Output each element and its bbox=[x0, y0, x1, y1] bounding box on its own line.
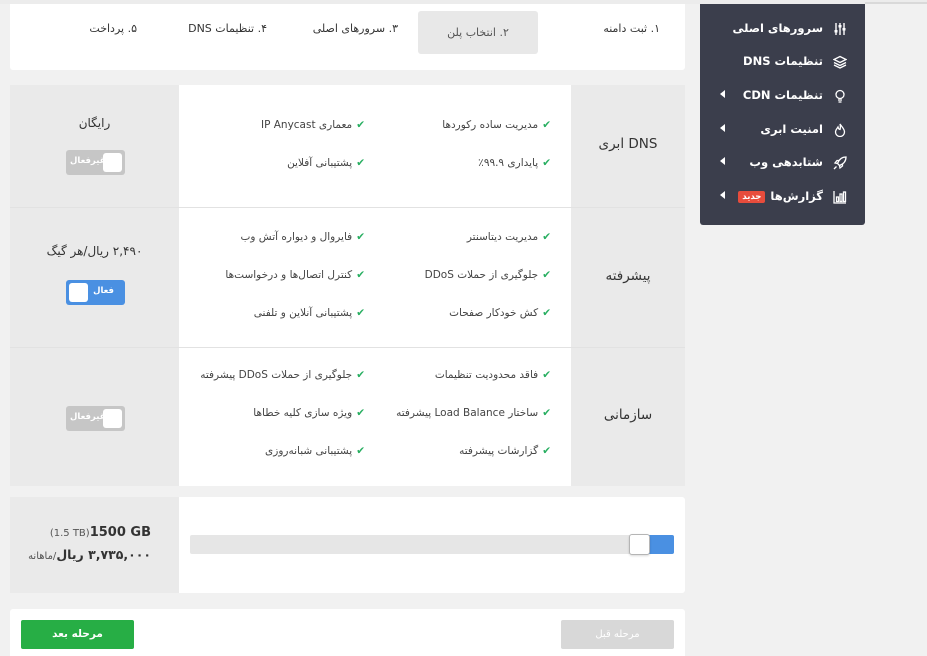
lightbulb-icon bbox=[833, 89, 847, 103]
bandwidth-panel: (1.5 TB)1500 GB ۳,۷۳۵,۰۰۰ ریال/ماهانه bbox=[10, 497, 685, 593]
plan-feature: ✔جلوگیری از حملات DDoS bbox=[424, 269, 551, 281]
slider-thumb[interactable] bbox=[629, 534, 650, 555]
sidebar-item-label: تنظیمات CDN bbox=[742, 88, 823, 102]
check-icon: ✔ bbox=[356, 119, 365, 131]
bandwidth-summary: (1.5 TB)1500 GB ۳,۷۳۵,۰۰۰ ریال/ماهانه bbox=[10, 497, 179, 593]
sidebar-item-label: امنیت ابری bbox=[760, 122, 823, 136]
check-icon: ✔ bbox=[356, 445, 365, 457]
plan-feature: ✔پشتیبانی شبانه‌روزی bbox=[265, 445, 365, 457]
plan-toggle-advanced[interactable]: فعال bbox=[66, 280, 125, 305]
check-icon: ✔ bbox=[542, 407, 551, 419]
sidebar-item-label: سرورهای اصلی bbox=[732, 21, 823, 35]
plan-feature: ✔کش خودکار صفحات bbox=[449, 307, 551, 319]
plans-table: DNS ابری ✔مدیریت ساده رکوردها ✔پایداری ۹… bbox=[10, 85, 685, 486]
plan-feature: ✔گزارشات پیشرفته bbox=[459, 445, 551, 457]
plan-toggle-enterprise[interactable]: غیرفعال bbox=[66, 406, 125, 431]
check-icon: ✔ bbox=[542, 307, 551, 319]
toggle-knob bbox=[103, 409, 122, 428]
top-edge bbox=[865, 2, 927, 4]
plan-feature: ✔فاقد محدودیت تنظیمات bbox=[434, 369, 551, 381]
plan-feature: ✔پشتیبانی آنلاین و تلفنی bbox=[253, 307, 365, 319]
sidebar-item-label: تنظیمات DNS bbox=[743, 54, 823, 68]
plan-feature: ✔کنترل اتصال‌ها و درخواست‌ها bbox=[225, 269, 365, 281]
check-icon: ✔ bbox=[542, 157, 551, 169]
plan-name: سازمانی bbox=[603, 407, 653, 423]
check-icon: ✔ bbox=[356, 407, 365, 419]
step-payment[interactable]: ۵. پرداخت bbox=[89, 22, 137, 35]
bandwidth-cost: ۳,۷۳۵,۰۰۰ ریال/ماهانه bbox=[28, 547, 151, 562]
plan-feature: ✔فایروال و دیواره آتش وب bbox=[240, 231, 365, 243]
sidebar-item-label: شتابدهی وب bbox=[749, 155, 823, 169]
plan-row-cloud-dns: DNS ابری ✔مدیریت ساده رکوردها ✔پایداری ۹… bbox=[10, 85, 685, 207]
wizard-footer: مرحله بعد مرحله قبل bbox=[10, 609, 685, 656]
bar-chart-icon bbox=[833, 190, 847, 204]
bandwidth-cost-value: ۳,۷۳۵,۰۰۰ ریال bbox=[56, 547, 151, 562]
plan-name: پیشرفته bbox=[605, 268, 651, 284]
rocket-icon bbox=[833, 156, 847, 170]
step-origin-servers[interactable]: ۳. سرورهای اصلی bbox=[313, 22, 398, 35]
bandwidth-slider[interactable] bbox=[190, 534, 674, 555]
new-badge: جدید bbox=[738, 191, 766, 203]
chevron-left-icon bbox=[720, 90, 725, 98]
plan-feature: ✔پشتیبانی آفلاین bbox=[287, 157, 365, 169]
chevron-left-icon bbox=[720, 124, 725, 132]
previous-step-button[interactable]: مرحله قبل bbox=[561, 620, 674, 649]
bandwidth-size-value: 1500 GB bbox=[89, 525, 151, 540]
plan-toggle-cloud-dns[interactable]: غیرفعال bbox=[66, 150, 125, 175]
check-icon: ✔ bbox=[542, 231, 551, 243]
sidebar-item-cdn-settings[interactable]: تنظیمات CDN bbox=[700, 79, 865, 112]
next-step-button[interactable]: مرحله بعد bbox=[21, 620, 134, 649]
check-icon: ✔ bbox=[542, 269, 551, 281]
toggle-label: غیرفعال bbox=[70, 412, 106, 422]
toggle-label: غیرفعال bbox=[70, 156, 106, 166]
plan-feature: ✔مدیریت دیتاسنتر bbox=[466, 231, 551, 243]
sidebar: سرورهای اصلی تنظیمات DNS تنظیمات CDN امن… bbox=[700, 4, 865, 225]
plan-feature: ✔جلوگیری از حملات DDoS پیشرفته bbox=[200, 369, 365, 381]
sidebar-item-cloud-security[interactable]: امنیت ابری bbox=[700, 113, 865, 146]
check-icon: ✔ bbox=[356, 269, 365, 281]
plan-feature: ✔معماری IP Anycast bbox=[260, 119, 365, 131]
toggle-label: فعال bbox=[93, 286, 114, 296]
bandwidth-cost-unit: /ماهانه bbox=[28, 551, 57, 562]
sidebar-item-origin-servers[interactable]: سرورهای اصلی bbox=[700, 12, 865, 45]
bandwidth-size: (1.5 TB)1500 GB bbox=[46, 525, 151, 540]
plan-feature: ✔مدیریت ساده رکوردها bbox=[442, 119, 551, 131]
check-icon: ✔ bbox=[356, 231, 365, 243]
step-select-plan[interactable]: ۲. انتخاب پلن bbox=[418, 11, 538, 54]
plan-feature: ✔ساختار Load Balance پیشرفته bbox=[396, 407, 551, 419]
plan-price: رایگان bbox=[78, 116, 111, 130]
chevron-left-icon bbox=[720, 191, 725, 199]
step-register-domain[interactable]: ۱. ثبت دامنه bbox=[603, 22, 660, 35]
step-dns-settings[interactable]: ۴. تنظیمات DNS bbox=[188, 22, 267, 35]
toggle-knob bbox=[69, 283, 88, 302]
plan-feature: ✔ویژه سازی کلیه خطاها bbox=[253, 407, 365, 419]
flame-icon bbox=[833, 123, 847, 138]
plan-row-advanced: پیشرفته ✔مدیریت دیتاسنتر ✔جلوگیری از حمل… bbox=[10, 208, 685, 347]
check-icon: ✔ bbox=[542, 445, 551, 457]
check-icon: ✔ bbox=[542, 369, 551, 381]
plan-price: ۲,۴۹۰ ریال/هر گیگ bbox=[46, 244, 143, 258]
sidebar-item-web-acceleration[interactable]: شتابدهی وب bbox=[700, 146, 865, 179]
sliders-icon bbox=[833, 22, 847, 36]
check-icon: ✔ bbox=[356, 307, 365, 319]
plan-row-enterprise: سازمانی ✔فاقد محدودیت تنظیمات ✔ساختار Lo… bbox=[10, 348, 685, 486]
wizard-steps: ۱. ثبت دامنه ۲. انتخاب پلن ۳. سرورهای اص… bbox=[10, 4, 685, 70]
check-icon: ✔ bbox=[356, 157, 365, 169]
plan-price-cell bbox=[10, 85, 179, 207]
plan-name: DNS ابری bbox=[598, 136, 658, 152]
plan-feature: ✔پایداری ۹۹.۹٪ bbox=[478, 157, 551, 169]
check-icon: ✔ bbox=[356, 369, 365, 381]
sidebar-item-dns-settings[interactable]: تنظیمات DNS bbox=[700, 45, 865, 78]
toggle-knob bbox=[103, 153, 122, 172]
bandwidth-size-alt: (1.5 TB) bbox=[49, 528, 90, 539]
sidebar-item-reports-label: گزارش‌ها bbox=[770, 189, 823, 203]
layers-icon bbox=[832, 55, 848, 69]
plan-price-cell bbox=[10, 208, 179, 347]
chevron-left-icon bbox=[720, 157, 725, 165]
sidebar-item-reports[interactable]: گزارش‌ها جدید bbox=[700, 180, 865, 213]
check-icon: ✔ bbox=[542, 119, 551, 131]
sidebar-item-label: گزارش‌ها جدید bbox=[738, 189, 823, 203]
